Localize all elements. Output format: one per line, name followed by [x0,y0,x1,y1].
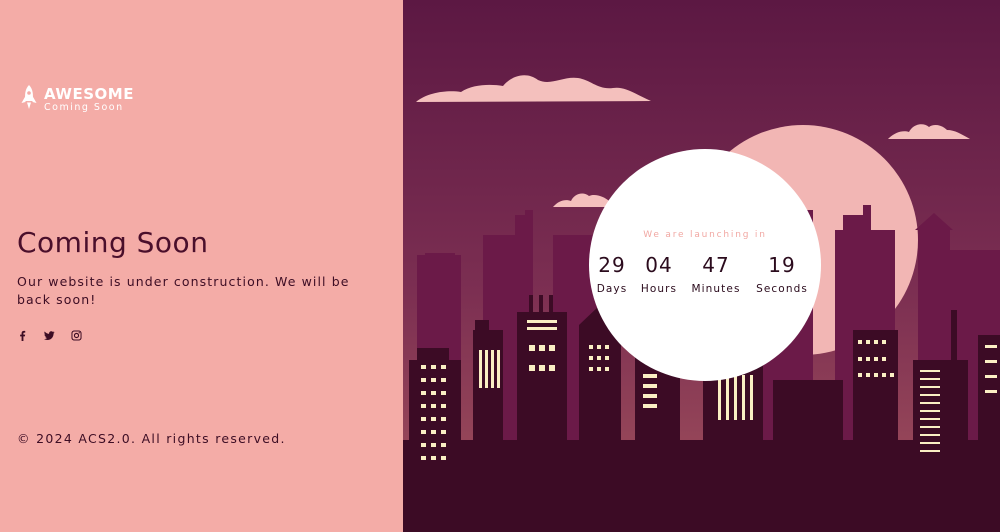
page-title: Coming Soon [17,226,209,259]
minutes-label: Minutes [691,283,741,295]
instagram-icon[interactable] [69,328,83,342]
countdown-minutes: 47 Minutes [691,253,740,295]
facebook-icon[interactable] [15,328,29,342]
page-description: Our website is under construction. We wi… [17,274,350,307]
countdown-seconds: 19 Seconds [756,253,808,295]
days-value: 29 [598,253,626,277]
rocket-icon [20,84,38,114]
hours-label: Hours [640,283,678,295]
seconds-label: Seconds [756,283,808,295]
hours-value: 04 [645,253,673,277]
left-panel: AWESOME Coming Soon Coming Soon Our webs… [0,0,403,532]
twitter-icon[interactable] [42,328,56,342]
minutes-value: 47 [702,253,730,277]
social-links [15,328,96,342]
copyright-text: © 2024 ACS2.0. All rights reserved. [17,431,286,446]
countdown-circle: We are launching in 29 Days 04 Hours 47 … [589,149,821,381]
days-label: Days [596,283,628,295]
countdown-hours: 04 Hours [641,253,677,295]
countdown-days: 29 Days [597,253,628,295]
brand-subtitle: Coming Soon [44,101,124,113]
brand-logo[interactable]: AWESOME Coming Soon [20,84,134,114]
countdown-timer: 29 Days 04 Hours 47 Minutes 19 Seconds [589,253,821,303]
brand-title: AWESOME [44,84,134,103]
seconds-value: 19 [768,253,796,277]
countdown-caption: We are launching in [643,230,767,240]
